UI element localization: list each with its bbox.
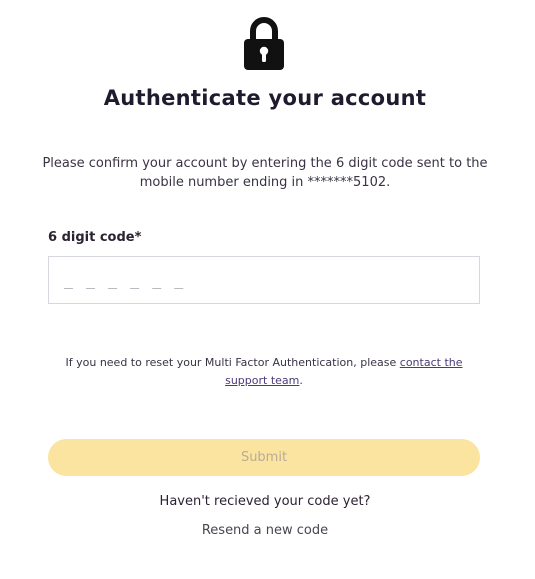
reset-mfa-message: If you need to reset your Multi Factor A… bbox=[65, 356, 400, 369]
reset-mfa-suffix: . bbox=[299, 374, 303, 387]
lock-icon bbox=[244, 17, 284, 70]
page-title: Authenticate your account bbox=[103, 86, 427, 110]
resend-code-link[interactable]: Resend a new code bbox=[0, 523, 530, 538]
page-description: Please confirm your account by entering … bbox=[42, 156, 488, 190]
reset-mfa-text: If you need to reset your Multi Factor A… bbox=[48, 354, 480, 390]
not-received-text: Haven't recieved your code yet? bbox=[159, 494, 371, 509]
submit-button[interactable]: Submit bbox=[48, 439, 480, 476]
code-field-label: 6 digit code* bbox=[48, 230, 142, 245]
code-input[interactable] bbox=[48, 256, 480, 304]
